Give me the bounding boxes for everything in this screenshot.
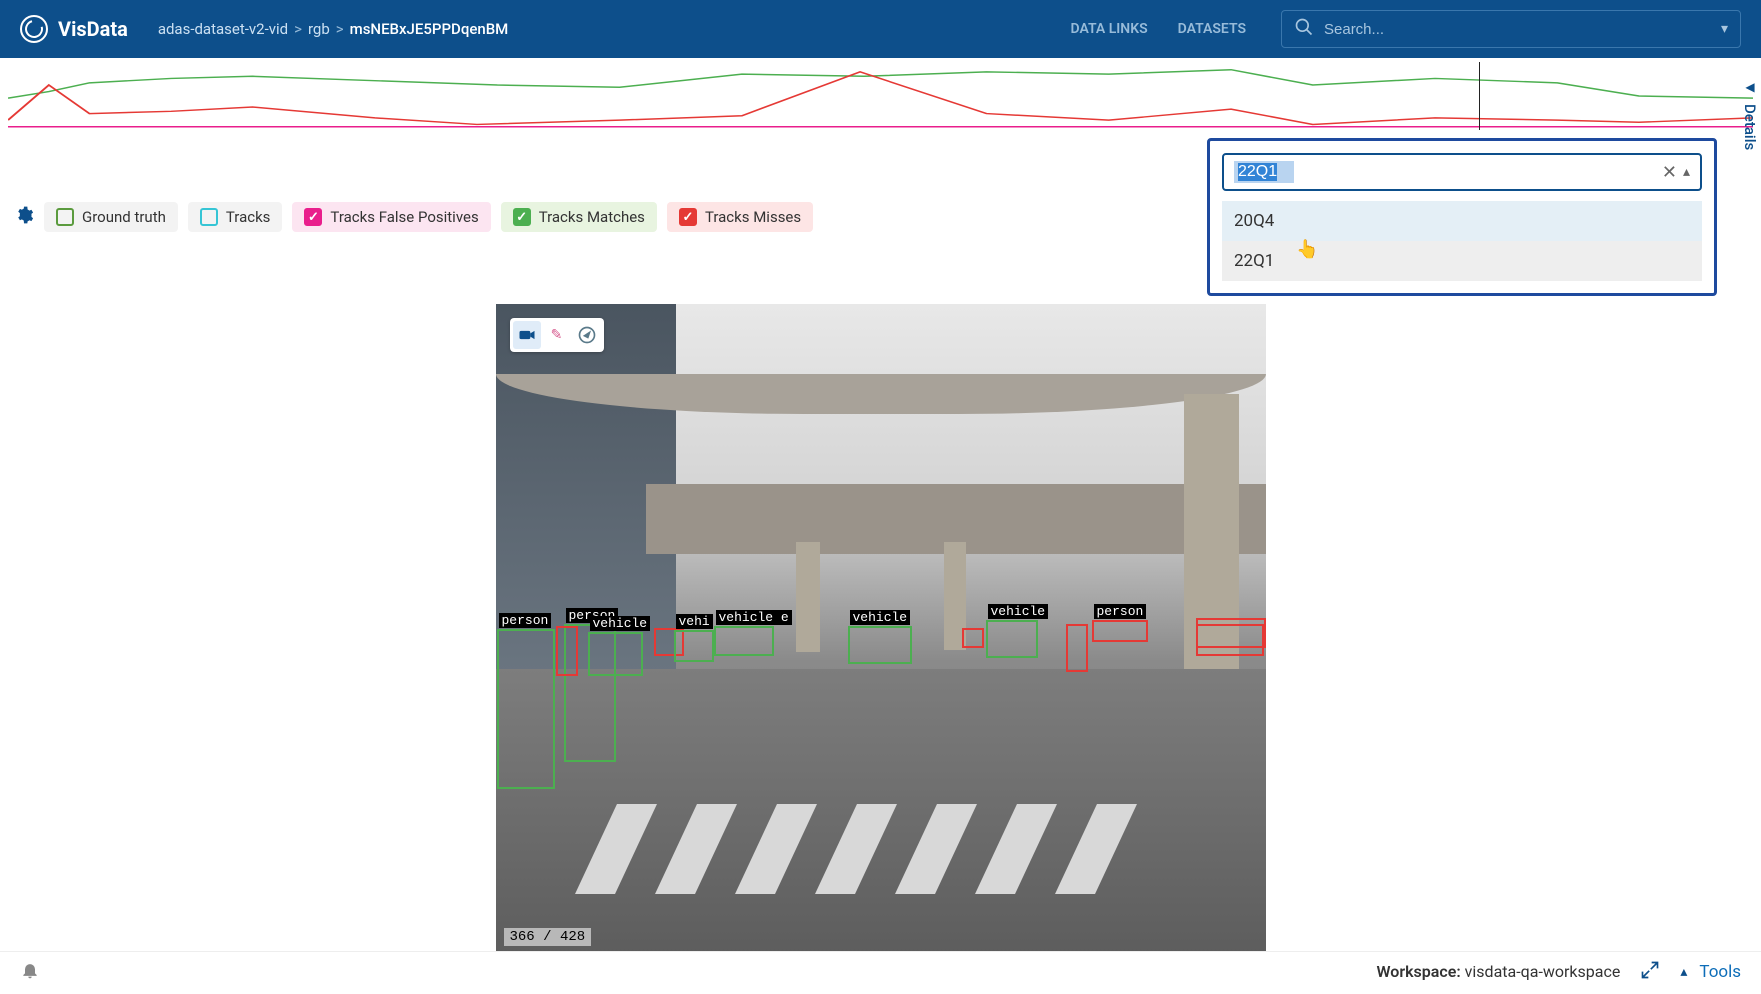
checkbox-icon (200, 208, 218, 226)
chevron-up-icon[interactable]: ▴ (1680, 964, 1687, 980)
detection-label: vehi (676, 614, 713, 629)
filter-label: Tracks False Positives (330, 208, 478, 226)
camera-tool-icon[interactable] (513, 321, 541, 349)
footer-bar: Workspace: visdata-qa-workspace ▴ Tools (0, 951, 1761, 991)
search-icon (1294, 17, 1314, 41)
filter-label: Tracks Misses (705, 208, 801, 226)
detection-box[interactable] (1066, 624, 1088, 672)
bell-icon[interactable] (20, 960, 40, 984)
checkbox-icon (56, 208, 74, 226)
gear-icon[interactable] (14, 205, 34, 229)
detection-box[interactable] (1196, 624, 1264, 656)
version-dropdown-panel: ✕ ▴ 20Q4 22Q1 👆 (1207, 138, 1717, 296)
app-name: VisData (58, 17, 128, 41)
chevron-up-icon[interactable]: ▴ (1683, 164, 1690, 180)
expand-icon[interactable] (1640, 960, 1660, 984)
details-collapse-icon[interactable]: ◀ (1745, 80, 1754, 94)
frame-counter: 366 / 428 (504, 928, 592, 946)
timeline-chart[interactable] (8, 62, 1753, 130)
detection-label: vehicle e (716, 610, 792, 625)
filter-label: Tracks (226, 208, 271, 226)
search-dropdown-icon[interactable]: ▾ (1721, 21, 1728, 37)
image-viewer: ✎ 366 / 428 personpersonvehiclevehivehic… (14, 304, 1747, 954)
breadcrumb-root[interactable]: adas-dataset-v2-vid (158, 20, 288, 38)
detection-box[interactable]: person (497, 629, 555, 789)
app-header: VisData adas-dataset-v2-vid > rgb > msNE… (0, 0, 1761, 58)
breadcrumb: adas-dataset-v2-vid > rgb > msNEBxJE5PPD… (158, 20, 508, 38)
logo-icon (20, 15, 48, 43)
breadcrumb-mid[interactable]: rgb (308, 20, 330, 38)
video-frame[interactable]: ✎ 366 / 428 personpersonvehiclevehivehic… (496, 304, 1266, 954)
detection-box[interactable] (962, 628, 984, 648)
tools-link[interactable]: Tools (1699, 962, 1741, 982)
detection-box[interactable]: vehicle (986, 620, 1038, 658)
detection-box[interactable]: vehicle (588, 632, 643, 676)
detection-box[interactable] (556, 626, 578, 676)
filter-label: Tracks Matches (539, 208, 645, 226)
version-input[interactable] (1234, 161, 1294, 183)
version-options-list: 20Q4 22Q1 (1222, 201, 1702, 281)
detection-label: vehicle (590, 616, 651, 631)
workspace-label: Workspace: visdata-qa-workspace (1376, 962, 1620, 981)
checkbox-checked-icon (304, 208, 322, 226)
filter-tracks-fp[interactable]: Tracks False Positives (292, 202, 490, 232)
version-dropdown[interactable]: ✕ ▴ (1222, 153, 1702, 191)
nav-datasets[interactable]: DATASETS (1178, 21, 1246, 37)
version-option[interactable]: 20Q4 (1222, 201, 1702, 241)
detection-label: vehicle (850, 610, 911, 625)
checkbox-checked-icon (679, 208, 697, 226)
image-toolbar: ✎ (510, 318, 604, 352)
detection-box[interactable]: vehicle (848, 626, 912, 664)
logo[interactable]: VisData (20, 15, 128, 43)
filter-label: Ground truth (82, 208, 166, 226)
details-label: Details (1741, 104, 1759, 150)
checkbox-checked-icon (513, 208, 531, 226)
filter-ground-truth[interactable]: Ground truth (44, 202, 178, 232)
nav-data-links[interactable]: DATA LINKS (1071, 21, 1148, 37)
compass-tool-icon[interactable] (573, 321, 601, 349)
timeline-playhead[interactable] (1479, 62, 1480, 130)
pencil-tool-icon[interactable]: ✎ (543, 321, 571, 349)
detection-box[interactable]: vehi (674, 630, 714, 662)
filter-tracks-misses[interactable]: Tracks Misses (667, 202, 813, 232)
details-sidetab[interactable]: ◀ Details (1739, 70, 1761, 270)
breadcrumb-sep: > (294, 20, 302, 38)
filter-tracks[interactable]: Tracks (188, 202, 283, 232)
detection-label: person (499, 613, 552, 628)
breadcrumb-leaf[interactable]: msNEBxJE5PPDqenBM (350, 20, 509, 38)
clear-icon[interactable]: ✕ (1662, 162, 1677, 183)
detection-box[interactable]: person (1092, 620, 1148, 642)
filter-row: Ground truth Tracks Tracks False Positiv… (0, 130, 1761, 304)
search-box[interactable]: ▾ (1281, 10, 1741, 48)
detection-label: vehicle (988, 604, 1049, 619)
version-option[interactable]: 22Q1 (1222, 241, 1702, 281)
detection-label: person (1094, 604, 1147, 619)
breadcrumb-sep: > (336, 20, 344, 38)
filter-tracks-matches[interactable]: Tracks Matches (501, 202, 657, 232)
detection-box[interactable]: vehicle e (714, 626, 774, 656)
search-input[interactable] (1324, 21, 1721, 38)
